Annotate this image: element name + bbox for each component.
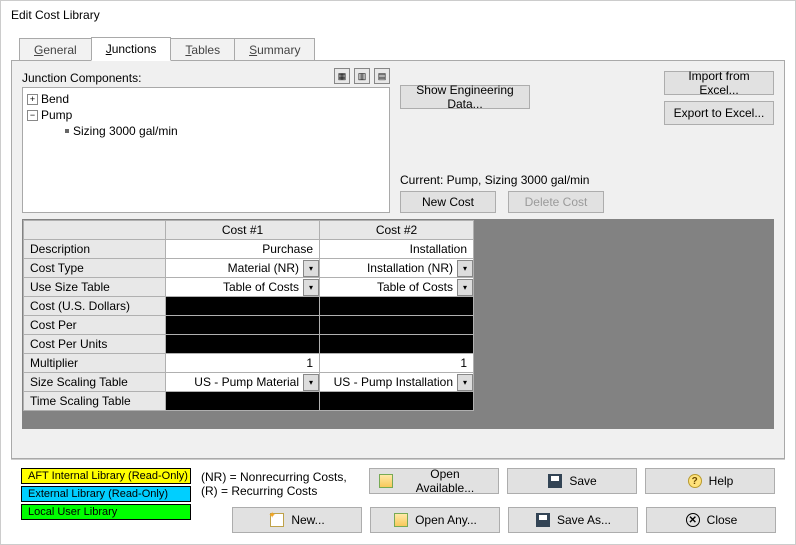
cell-disabled [320,335,474,354]
folder-open-icon [378,473,394,489]
cell-disabled [166,335,320,354]
save-button[interactable]: Save [507,468,637,494]
row-label: Cost (U.S. Dollars) [24,297,166,316]
row-multiplier: Multiplier 1 1 [24,354,773,373]
chevron-down-icon[interactable]: ▾ [457,374,473,391]
export-to-excel-button[interactable]: Export to Excel... [664,101,774,125]
tree-label: Bend [41,92,69,106]
row-size-scaling: Size Scaling Table US - Pump Material▾ U… [24,373,773,392]
chevron-down-icon[interactable]: ▾ [457,260,473,277]
new-button[interactable]: New... [232,507,362,533]
cell-disabled [320,316,474,335]
content-area: General Junctions Tables Summary Junctio… [1,29,795,544]
row-description: Description Purchase Installation [24,240,773,259]
save-icon [547,473,563,489]
tree-item-pump[interactable]: − Pump [27,107,385,123]
close-icon: ✕ [685,512,701,528]
row-label: Cost Per [24,316,166,335]
row-label: Cost Type [24,259,166,278]
cost-table-container: Cost #1 Cost #2 Description Purchase Ins… [22,219,774,429]
tab-summary[interactable]: Summary [234,38,315,61]
row-cost-per: Cost Per [24,316,773,335]
current-item-label: Current: Pump, Sizing 3000 gal/min [400,173,774,187]
legend-external: External Library (Read-Only) [21,486,191,502]
tree-label: Sizing 3000 gal/min [73,124,178,138]
cell[interactable]: Installation [320,240,474,259]
title-bar: Edit Cost Library [1,1,795,29]
help-button[interactable]: ? Help [645,468,775,494]
cell-dropdown[interactable]: Table of Costs▾ [166,278,320,297]
cell[interactable]: 1 [320,354,474,373]
row-cost-type: Cost Type Material (NR)▾ Installation (N… [24,259,773,278]
open-available-button[interactable]: Open Available... [369,468,499,494]
save-icon [535,512,551,528]
cell-dropdown[interactable]: US - Pump Installation▾ [320,373,474,392]
junctions-panel: Junction Components: ▦ ▥ ▤ + Bend − [11,60,785,459]
row-cost-usd: Cost (U.S. Dollars) [24,297,773,316]
save-as-button[interactable]: Save As... [508,507,638,533]
tab-tables[interactable]: Tables [170,38,235,61]
col-header-1[interactable]: Cost #1 [166,221,320,240]
tab-junctions[interactable]: Junctions [91,37,172,61]
tree-item-bend[interactable]: + Bend [27,91,385,107]
cell-dropdown[interactable]: Installation (NR)▾ [320,259,474,278]
legend-internal: AFT Internal Library (Read-Only) [21,468,191,484]
new-file-icon [269,512,285,528]
row-label: Use Size Table [24,278,166,297]
tree-label: Pump [41,108,72,122]
window-title: Edit Cost Library [11,8,100,22]
tree-connector [45,123,63,139]
row-use-size-table: Use Size Table Table of Costs▾ Table of … [24,278,773,297]
row-label: Cost Per Units [24,335,166,354]
tree-item-pump-sizing[interactable]: Sizing 3000 gal/min [27,123,385,139]
tree-tool-1[interactable]: ▦ [334,68,350,84]
close-button[interactable]: ✕ Close [646,507,776,533]
chevron-down-icon[interactable]: ▾ [303,374,319,391]
cell-dropdown[interactable]: Table of Costs▾ [320,278,474,297]
row-cost-per-units: Cost Per Units [24,335,773,354]
cell-disabled [166,297,320,316]
delete-cost-button: Delete Cost [508,191,604,213]
row-label: Description [24,240,166,259]
cell-disabled [320,392,474,411]
junction-tree[interactable]: + Bend − Pump Sizing 3000 gal/min [22,87,390,213]
cell-dropdown[interactable]: US - Pump Material▾ [166,373,320,392]
tab-strip: General Junctions Tables Summary [11,37,785,61]
import-from-excel-button[interactable]: Import from Excel... [664,71,774,95]
cell[interactable]: Purchase [166,240,320,259]
cell-disabled [166,316,320,335]
tree-tool-2[interactable]: ▥ [354,68,370,84]
library-legend: AFT Internal Library (Read-Only) Externa… [21,468,191,520]
expand-icon[interactable]: + [27,94,38,105]
col-header-2[interactable]: Cost #2 [320,221,474,240]
collapse-icon[interactable]: − [27,110,38,121]
row-time-scaling: Time Scaling Table [24,392,773,411]
cell-disabled [320,297,474,316]
chevron-down-icon[interactable]: ▾ [303,279,319,296]
open-any-button[interactable]: Open Any... [370,507,500,533]
table-corner [24,221,166,240]
table-empty-area [23,411,773,428]
new-cost-button[interactable]: New Cost [400,191,496,213]
folder-open-icon [393,512,409,528]
row-label: Multiplier [24,354,166,373]
chevron-down-icon[interactable]: ▾ [303,260,319,277]
tree-bullet-icon [65,129,69,133]
chevron-down-icon[interactable]: ▾ [457,279,473,296]
tree-tool-3[interactable]: ▤ [374,68,390,84]
legend-local: Local User Library [21,504,191,520]
tab-general[interactable]: General [19,38,92,61]
cell-disabled [166,392,320,411]
row-label: Size Scaling Table [24,373,166,392]
cell-dropdown[interactable]: Material (NR)▾ [166,259,320,278]
nr-note: (NR) = Nonrecurring Costs, (R) = Recurri… [201,468,359,498]
show-engineering-data-button[interactable]: Show Engineering Data... [400,85,530,109]
cost-table[interactable]: Cost #1 Cost #2 Description Purchase Ins… [23,220,773,411]
help-icon: ? [687,473,703,489]
edit-cost-library-window: Edit Cost Library General Junctions Tabl… [0,0,796,545]
row-label: Time Scaling Table [24,392,166,411]
cell[interactable]: 1 [166,354,320,373]
